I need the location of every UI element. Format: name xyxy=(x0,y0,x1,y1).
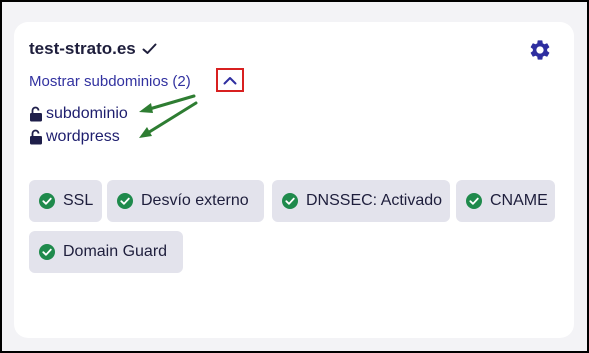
subdomain-list: subdominio wordpress xyxy=(29,102,128,148)
check-circle-icon xyxy=(117,193,133,209)
check-circle-icon xyxy=(39,244,55,260)
feature-chip-domain-guard: Domain Guard xyxy=(29,231,183,273)
feature-chip-redirect: Desvío externo xyxy=(107,180,264,222)
unlocked-padlock-icon xyxy=(29,129,43,145)
feature-chip-ssl: SSL xyxy=(29,180,102,222)
chevron-up-icon[interactable] xyxy=(216,68,244,92)
feature-label: Domain Guard xyxy=(63,243,168,260)
screenshot-frame: test-strato.es Mostrar subdominios (2) s… xyxy=(0,0,589,353)
check-circle-icon xyxy=(466,193,482,209)
subdomain-toggle: Mostrar subdominios (2) xyxy=(29,68,244,92)
feature-label: DNSSEC: Activado xyxy=(306,192,443,209)
feature-label: CNAME xyxy=(490,192,548,209)
check-icon xyxy=(142,43,157,55)
domain-card: test-strato.es Mostrar subdominios (2) s… xyxy=(14,22,574,338)
check-circle-icon xyxy=(39,193,55,209)
check-circle-icon xyxy=(282,193,298,209)
feature-chip-cname: CNAME xyxy=(456,180,555,222)
annotation-arrows xyxy=(134,92,224,177)
domain-title: test-strato.es xyxy=(29,39,136,58)
feature-chip-dnssec: DNSSEC: Activado xyxy=(272,180,450,222)
unlocked-padlock-icon xyxy=(29,106,43,122)
show-subdomains-link[interactable]: Mostrar subdominios (2) xyxy=(29,73,191,90)
feature-label: SSL xyxy=(63,192,94,209)
domain-header: test-strato.es xyxy=(29,39,157,59)
gear-icon[interactable] xyxy=(528,38,552,62)
subdomain-item: subdominio xyxy=(29,102,128,125)
feature-label: Desvío externo xyxy=(141,192,249,209)
subdomain-link[interactable]: subdominio xyxy=(46,105,128,123)
subdomain-item: wordpress xyxy=(29,125,128,148)
subdomain-link[interactable]: wordpress xyxy=(46,128,120,146)
